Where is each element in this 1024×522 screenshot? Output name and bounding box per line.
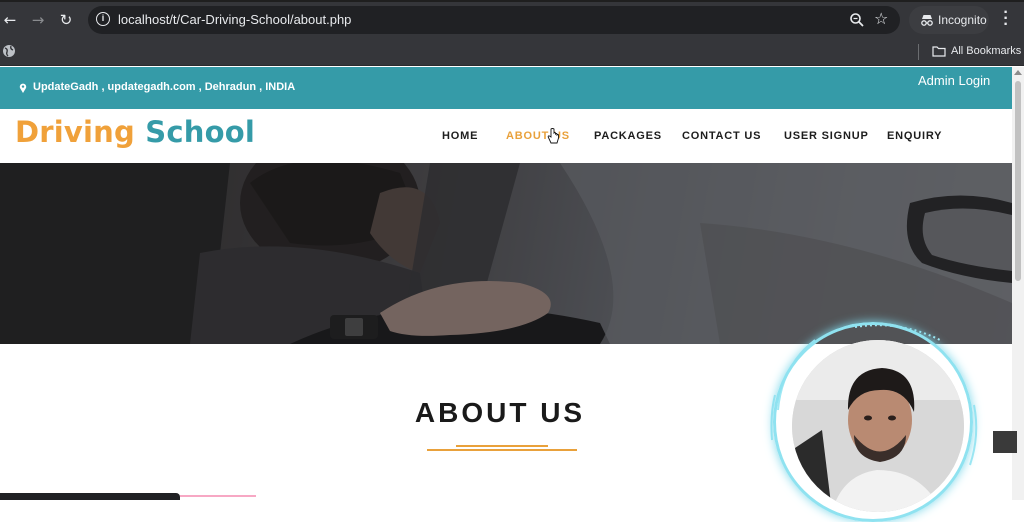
url-host: localhost <box>118 12 170 27</box>
bookmark-star-icon[interactable]: ☆ <box>874 9 888 28</box>
nav-contact-us[interactable]: CONTACT US <box>682 130 761 142</box>
location-pin-icon <box>19 83 27 93</box>
forward-arrow-icon[interactable]: → <box>29 11 47 29</box>
browser-toolbar: ← → ↻ i localhost/t/Car-Driving-School/a… <box>0 2 1024 38</box>
status-bar <box>0 493 180 500</box>
site-logo[interactable]: Driving School <box>15 115 255 149</box>
back-arrow-icon[interactable]: ← <box>1 11 19 29</box>
webcam-badge <box>993 431 1017 453</box>
webcam-video <box>792 340 964 512</box>
nav-home[interactable]: HOME <box>442 130 478 142</box>
admin-login-link[interactable]: Admin Login <box>918 73 990 88</box>
presenter-image <box>792 340 964 512</box>
nav-about-us[interactable]: ABOUT US <box>506 130 570 142</box>
scroll-up-arrow-icon[interactable] <box>1014 70 1022 75</box>
logo-word-school: School <box>145 115 255 149</box>
url-path: /t/Car-Driving-School/about.php <box>169 12 352 27</box>
title-underline <box>427 449 577 451</box>
hand-cursor-icon <box>547 128 559 144</box>
zoom-icon[interactable] <box>848 11 866 29</box>
reload-icon[interactable]: ↻ <box>57 11 75 29</box>
logo-word-driving: Driving <box>15 115 135 149</box>
scroll-thumb[interactable] <box>1015 81 1021 281</box>
incognito-label: Incognito <box>938 13 987 27</box>
bookmarks-divider <box>918 44 919 60</box>
loading-progress <box>180 495 256 497</box>
globe-icon[interactable] <box>2 44 16 58</box>
nav-packages[interactable]: PACKAGES <box>594 130 662 142</box>
url-text[interactable]: localhost/t/Car-Driving-School/about.php <box>118 12 351 27</box>
nav-user-signup[interactable]: USER SIGNUP <box>784 130 869 142</box>
folder-icon[interactable] <box>932 45 946 57</box>
all-bookmarks-link[interactable]: All Bookmarks <box>951 45 1021 57</box>
browser-menu-icon[interactable]: · · · <box>1000 5 1012 33</box>
incognito-chip[interactable]: Incognito <box>909 6 989 34</box>
address-bar[interactable]: i localhost/t/Car-Driving-School/about.p… <box>88 6 900 34</box>
site-header: Driving School HOME ABOUT US PACKAGES CO… <box>0 109 1012 163</box>
top-info-bar: UpdateGadh , updategadh.com , Dehradun ,… <box>0 67 1012 109</box>
incognito-icon <box>921 15 933 26</box>
title-underline-top <box>456 445 548 447</box>
contact-info: UpdateGadh , updategadh.com , Dehradun ,… <box>33 81 296 93</box>
nav-enquiry[interactable]: ENQUIRY <box>887 130 942 142</box>
bookmarks-bar: All Bookmarks <box>0 38 1024 66</box>
site-info-icon[interactable]: i <box>96 12 110 26</box>
